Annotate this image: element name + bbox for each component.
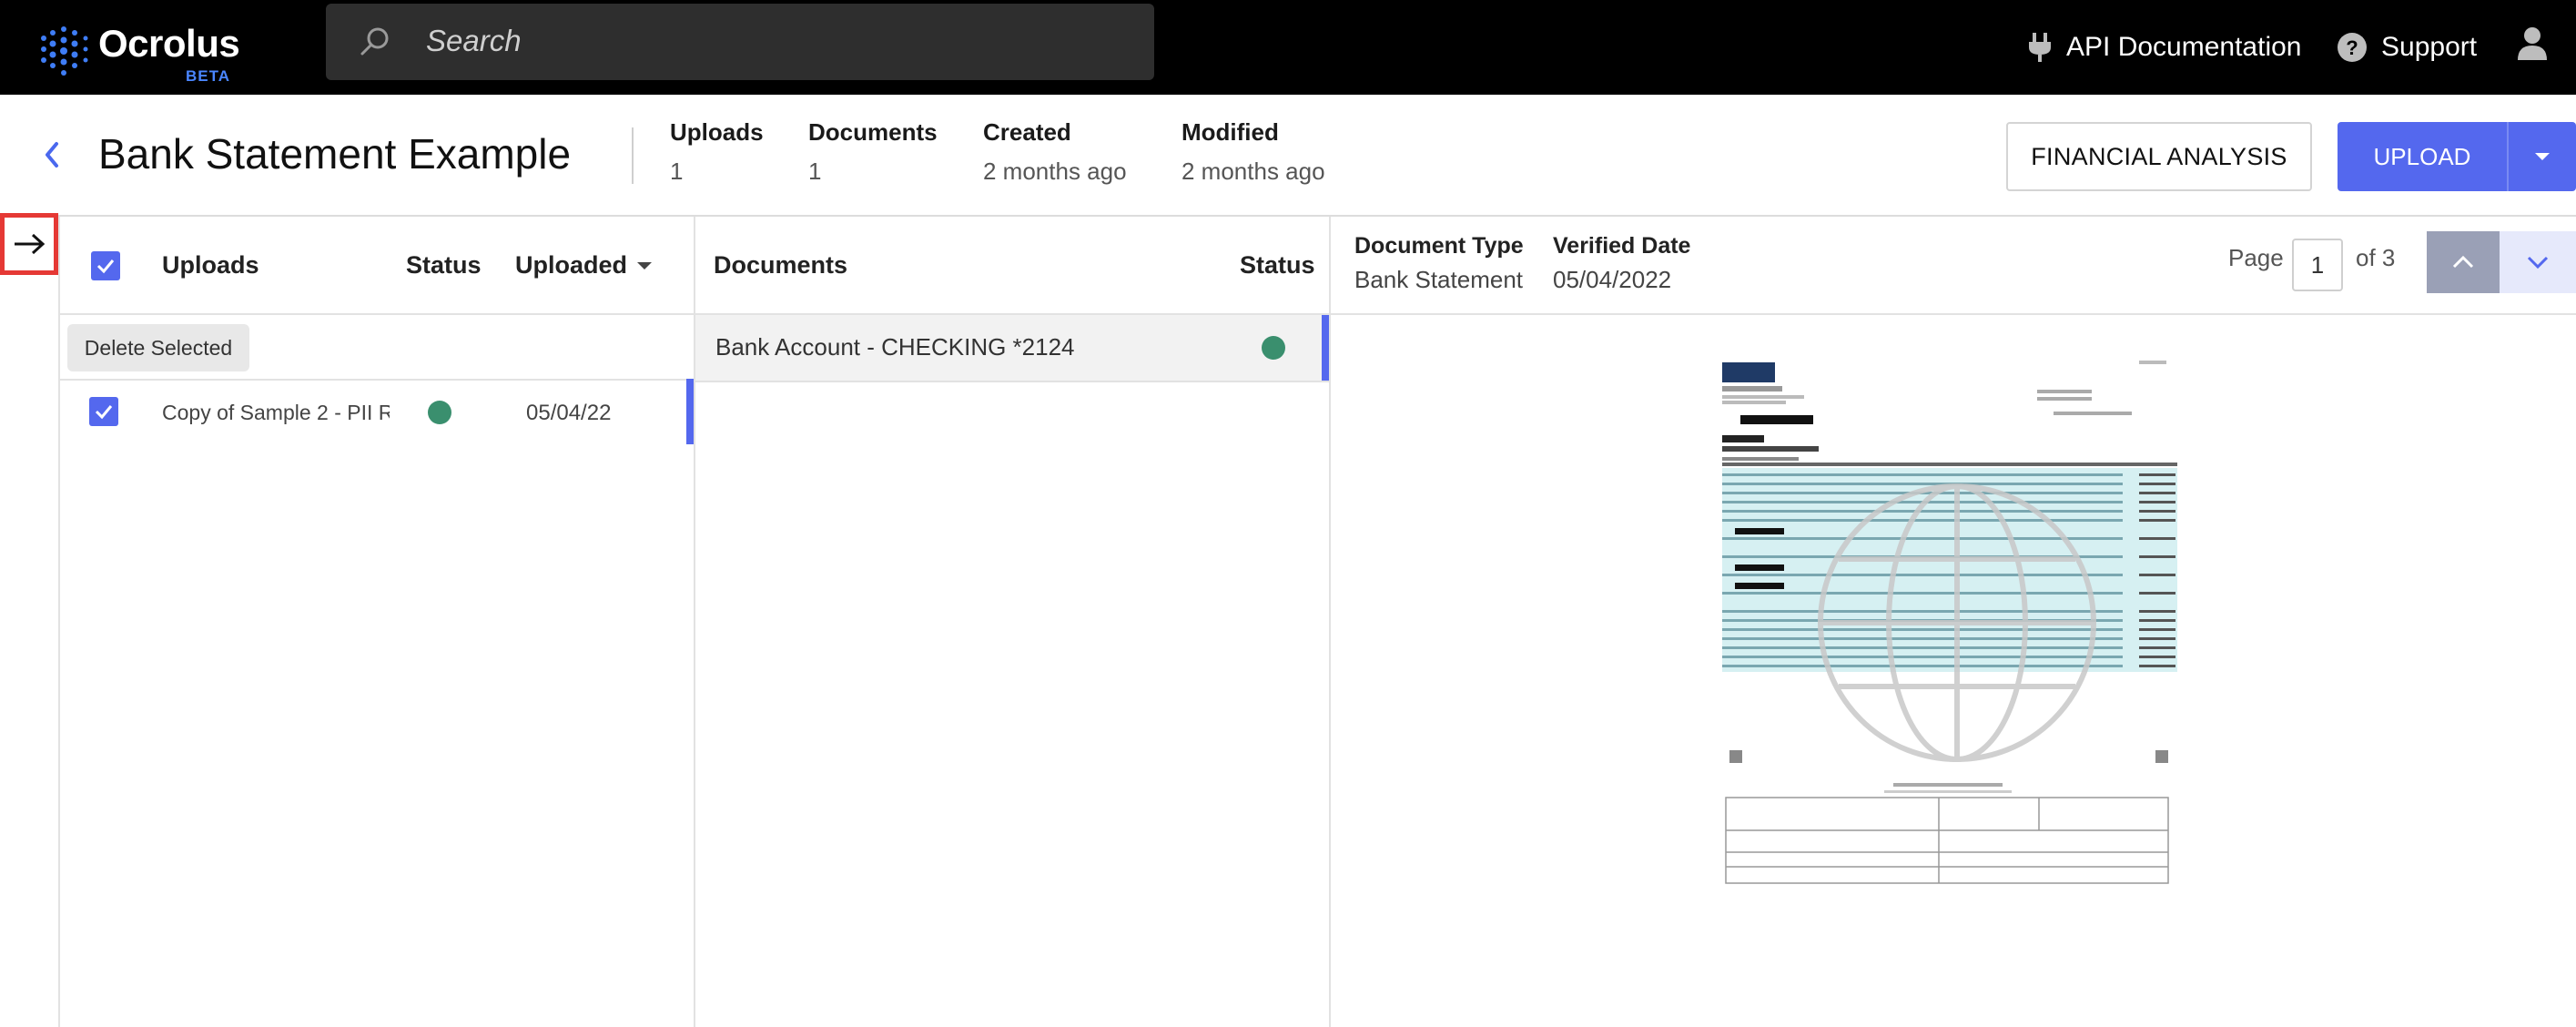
stat-modified: Modified 2 months ago [1182, 118, 1325, 186]
search-bar[interactable]: Search [326, 4, 1154, 80]
chevron-down-icon [2527, 256, 2549, 269]
help-icon: ? [2338, 33, 2367, 62]
search-input[interactable]: Search [426, 24, 522, 58]
document-name: Bank Account - CHECKING *2124 [715, 333, 1075, 361]
uploads-panel-header: Uploads Status Uploaded [60, 217, 694, 315]
support-link[interactable]: ? Support [2336, 0, 2477, 95]
financial-analysis-button[interactable]: FINANCIAL ANALYSIS [2006, 122, 2312, 191]
ocrolus-logo[interactable]: Ocrolus BETA [36, 18, 246, 85]
plug-icon [2029, 33, 2051, 62]
stat-value: 2 months ago [1182, 158, 1325, 185]
verified-date-value: 05/04/2022 [1553, 266, 1672, 293]
document-type-value: Bank Statement [1354, 266, 1523, 293]
page-title: Bank Statement Example [98, 130, 572, 178]
uploaded-column-header[interactable]: Uploaded [515, 251, 627, 280]
verified-date-label: Verified Date [1553, 233, 1691, 259]
stat-label: Modified [1182, 118, 1279, 146]
page-label: Page [2228, 244, 2284, 271]
status-dot [1262, 336, 1285, 360]
page-number-input[interactable]: 1 [2292, 239, 2343, 291]
expand-sidebar-button[interactable] [0, 213, 58, 275]
status-column-header[interactable]: Status [406, 251, 482, 280]
stat-value: 2 months ago [983, 158, 1127, 185]
documents-panel-header: Documents Status [695, 217, 1329, 315]
stat-value: 1 [808, 158, 822, 185]
user-account-icon[interactable] [2516, 25, 2549, 62]
row-checkbox[interactable] [89, 397, 118, 426]
sort-caret-down-icon[interactable] [635, 260, 654, 271]
back-chevron-icon[interactable] [40, 138, 64, 171]
document-preview-image [1711, 350, 2185, 896]
stat-label: Uploads [670, 118, 764, 146]
stat-label: Documents [808, 118, 938, 146]
document-type-label: Document Type [1354, 233, 1524, 259]
logo-dots-icon [41, 26, 88, 76]
next-page-button[interactable] [2500, 231, 2576, 293]
select-all-checkbox[interactable] [91, 251, 120, 280]
previous-page-button[interactable] [2427, 231, 2500, 293]
delete-selected-button[interactable]: Delete Selected [67, 324, 249, 371]
status-dot [428, 401, 451, 424]
top-nav-bar: Ocrolus BETA Search API Documentation ? … [0, 0, 2576, 95]
column-divider [1329, 217, 1331, 1027]
page-total: of 3 [2356, 244, 2396, 271]
upload-button[interactable]: UPLOAD [2338, 122, 2507, 191]
uploads-column-header[interactable]: Uploads [162, 251, 259, 280]
left-rail-divider [58, 217, 60, 1027]
search-icon [360, 27, 389, 56]
stat-value: 1 [670, 158, 684, 185]
header-divider [632, 127, 634, 184]
caret-down-icon [2535, 153, 2550, 160]
stat-documents: Documents 1 [808, 118, 938, 186]
api-documentation-link[interactable]: API Documentation [2026, 0, 2301, 95]
row-divider [695, 381, 1329, 382]
check-icon [96, 259, 115, 274]
upload-date: 05/04/22 [526, 401, 612, 425]
beta-badge: BETA [186, 67, 231, 85]
support-label: Support [2381, 32, 2478, 62]
arrow-right-icon [15, 233, 46, 255]
stat-uploads: Uploads 1 [670, 118, 764, 186]
upload-dropdown-button[interactable] [2507, 122, 2576, 191]
upload-file-name: Copy of Sample 2 - PII R [162, 401, 390, 424]
selected-row-indicator [686, 379, 694, 444]
selected-document-indicator [1322, 315, 1329, 381]
logo-text: Ocrolus [98, 22, 240, 65]
status-column-header: Status [1240, 251, 1315, 279]
book-header: Bank Statement Example Uploads 1 Documen… [0, 95, 2576, 217]
document-row[interactable]: Bank Account - CHECKING *2124 [695, 315, 1329, 381]
stat-label: Created [983, 118, 1071, 146]
svg-text:?: ? [2346, 36, 2358, 59]
documents-column-header: Documents [714, 251, 848, 279]
api-documentation-label: API Documentation [2066, 32, 2302, 62]
chevron-up-icon [2452, 255, 2474, 269]
check-icon [95, 405, 113, 420]
stat-created: Created 2 months ago [983, 118, 1127, 186]
table-row[interactable]: Copy of Sample 2 - PII R 05/04/22 [60, 381, 694, 446]
